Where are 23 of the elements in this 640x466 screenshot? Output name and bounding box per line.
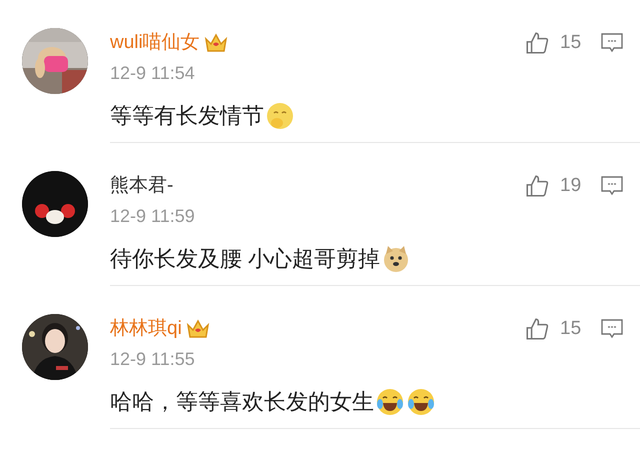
- username[interactable]: 林林琪qi: [110, 314, 182, 344]
- comment-icon[interactable]: [600, 174, 624, 198]
- thumbs-up-icon[interactable]: [524, 173, 550, 199]
- like-count: 19: [560, 174, 582, 198]
- username[interactable]: wuli喵仙女: [110, 28, 200, 58]
- like-count: 15: [560, 316, 582, 341]
- thumbs-up-icon[interactable]: [524, 30, 550, 56]
- timestamp: 12-9 11:54: [110, 62, 195, 85]
- like-count: 15: [560, 30, 582, 55]
- comment-text: 等等有长发情节: [110, 102, 264, 130]
- crown-icon: [204, 32, 228, 54]
- comment-text: 哈哈，等等喜欢长发的女生: [110, 388, 374, 416]
- laughing-emoji-icon: [375, 386, 405, 416]
- comment-icon[interactable]: [600, 31, 624, 55]
- thumbs-up-icon[interactable]: [524, 316, 550, 342]
- comment-icon[interactable]: [600, 317, 624, 341]
- comment-text: 待你长发及腰 小心超哥剪掉: [110, 245, 380, 273]
- crown-icon: [186, 318, 210, 340]
- laughing-emoji-icon: [406, 386, 436, 416]
- timestamp: 12-9 11:55: [110, 348, 195, 371]
- thinking-emoji-icon: [265, 100, 295, 130]
- username[interactable]: 熊本君-: [110, 172, 174, 200]
- timestamp: 12-9 11:59: [110, 205, 195, 228]
